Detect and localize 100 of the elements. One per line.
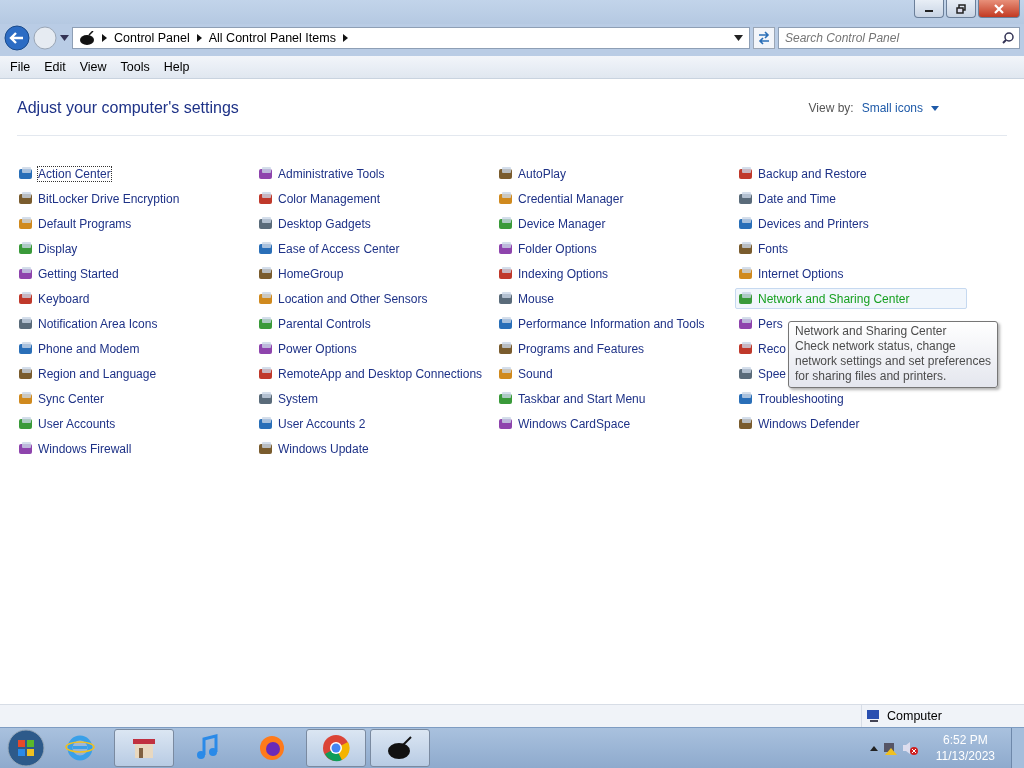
applet-icon bbox=[498, 190, 514, 207]
control-panel-item[interactable]: Default Programs bbox=[15, 213, 135, 234]
control-panel-item[interactable]: Pers bbox=[735, 313, 786, 334]
control-panel-item[interactable]: Getting Started bbox=[15, 263, 122, 284]
control-panel-item[interactable]: HomeGroup bbox=[255, 263, 347, 284]
control-panel-item[interactable]: Troubleshooting bbox=[735, 388, 847, 409]
control-panel-item[interactable]: Keyboard bbox=[15, 288, 93, 309]
control-panel-item[interactable]: Fonts bbox=[735, 238, 791, 259]
control-panel-item[interactable]: Notification Area Icons bbox=[15, 313, 161, 334]
menu-item[interactable]: File bbox=[3, 60, 38, 74]
control-panel-item[interactable]: Windows CardSpace bbox=[495, 413, 634, 434]
applet-icon bbox=[258, 190, 274, 207]
applet-icon bbox=[498, 415, 514, 432]
applet-icon bbox=[258, 340, 274, 357]
menu-item[interactable]: View bbox=[72, 60, 114, 74]
applet-icon bbox=[258, 365, 274, 382]
chevron-icon bbox=[196, 34, 202, 42]
tooltip-title: Network and Sharing Center bbox=[795, 324, 948, 339]
applet-icon bbox=[738, 240, 754, 257]
search-icon bbox=[1002, 32, 1014, 44]
tooltip-line: network settings and set preferences bbox=[795, 354, 992, 369]
applet-icon bbox=[258, 440, 274, 457]
control-panel-item[interactable]: Devices and Printers bbox=[735, 213, 872, 234]
muted-speaker-icon[interactable] bbox=[901, 740, 918, 756]
control-panel-item[interactable]: Desktop Gadgets bbox=[255, 213, 374, 234]
control-panel-item[interactable]: Windows Update bbox=[255, 438, 372, 459]
applet-icon bbox=[498, 265, 514, 282]
control-panel-item[interactable]: Internet Options bbox=[735, 263, 847, 284]
applet-icon bbox=[738, 190, 754, 207]
control-panel-item[interactable]: Device Manager bbox=[495, 213, 609, 234]
control-panel-item[interactable]: Phone and Modem bbox=[15, 338, 143, 359]
taskbar-button[interactable] bbox=[370, 729, 430, 767]
control-panel-item[interactable]: Mouse bbox=[495, 288, 558, 309]
applet-icon bbox=[258, 265, 274, 282]
control-panel-item[interactable]: Windows Firewall bbox=[15, 438, 135, 459]
view-by-dropdown[interactable]: Small icons bbox=[861, 101, 923, 115]
control-panel-item[interactable]: Backup and Restore bbox=[735, 163, 870, 184]
applet-icon bbox=[18, 340, 34, 357]
menu-item[interactable]: Tools bbox=[113, 60, 157, 74]
control-panel-item[interactable]: Programs and Features bbox=[495, 338, 648, 359]
control-panel-item[interactable]: Sync Center bbox=[15, 388, 108, 409]
applet-icon bbox=[738, 290, 754, 307]
page-heading: Adjust your computer's settings bbox=[17, 99, 239, 117]
applet-icon bbox=[738, 390, 754, 407]
minimize-button[interactable] bbox=[914, 0, 944, 18]
control-panel-item[interactable]: Credential Manager bbox=[495, 188, 627, 209]
dropdown-icon[interactable] bbox=[931, 105, 939, 111]
applet-icon bbox=[498, 365, 514, 382]
control-panel-item[interactable]: Region and Language bbox=[15, 363, 160, 384]
control-panel-item[interactable]: Action Center bbox=[15, 163, 114, 184]
applet-icon bbox=[738, 265, 754, 282]
control-panel-item[interactable]: Display bbox=[15, 238, 81, 259]
show-hidden-icons-icon[interactable] bbox=[869, 745, 878, 751]
control-panel-item[interactable]: Performance Information and Tools bbox=[495, 313, 708, 334]
menu-item[interactable]: Help bbox=[156, 60, 197, 74]
control-panel-item[interactable]: Sound bbox=[495, 363, 556, 384]
control-panel-item[interactable]: Windows Defender bbox=[735, 413, 863, 434]
chrome-icon bbox=[321, 733, 351, 763]
applet-icon bbox=[18, 415, 34, 432]
control-panel-item[interactable]: AutoPlay bbox=[495, 163, 570, 184]
control-panel-item[interactable]: Taskbar and Start Menu bbox=[495, 388, 649, 409]
control-panel-item[interactable]: Folder Options bbox=[495, 238, 600, 259]
menu-item[interactable]: Edit bbox=[37, 60, 73, 74]
applet-icon bbox=[498, 165, 514, 182]
control-panel-item[interactable]: Reco bbox=[735, 338, 789, 359]
history-dropdown-icon[interactable] bbox=[60, 35, 69, 41]
start-button[interactable] bbox=[6, 728, 46, 768]
control-panel-item[interactable]: User Accounts 2 bbox=[255, 413, 369, 434]
applet-icon bbox=[258, 415, 274, 432]
applet-icon bbox=[18, 440, 34, 457]
breadcrumb[interactable]: All Control Panel Items bbox=[208, 31, 336, 45]
control-panel-item[interactable]: Location and Other Sensors bbox=[255, 288, 431, 309]
control-panel-item[interactable]: Ease of Access Center bbox=[255, 238, 403, 259]
control-panel-item[interactable]: RemoteApp and Desktop Connections bbox=[255, 363, 486, 384]
close-icon bbox=[994, 3, 1004, 14]
control-panel-item[interactable]: Spee bbox=[735, 363, 790, 384]
applet-icon bbox=[258, 215, 274, 232]
breadcrumb[interactable]: Control Panel bbox=[114, 31, 190, 45]
control-panel-item[interactable]: System bbox=[255, 388, 321, 409]
control-panel-item[interactable]: Administrative Tools bbox=[255, 163, 388, 184]
firefox-icon bbox=[257, 733, 287, 763]
close-button[interactable] bbox=[978, 0, 1020, 18]
control-panel-item[interactable]: Parental Controls bbox=[255, 313, 374, 334]
applet-icon bbox=[18, 290, 34, 307]
control-panel-item[interactable]: Power Options bbox=[255, 338, 360, 359]
computer-icon bbox=[866, 709, 882, 723]
applet-icon bbox=[18, 215, 34, 232]
restore-button[interactable] bbox=[946, 0, 976, 18]
address-bar[interactable]: Control Panel All Control Panel Items bbox=[72, 27, 750, 49]
search-field[interactable]: Search Control Panel bbox=[778, 27, 1020, 49]
dropdown-icon[interactable] bbox=[734, 35, 743, 41]
control-panel-item[interactable]: BitLocker Drive Encryption bbox=[15, 188, 183, 209]
control-panel-item[interactable]: Date and Time bbox=[735, 188, 840, 209]
control-panel-item[interactable]: Indexing Options bbox=[495, 263, 612, 284]
control-panel-item[interactable]: Color Management bbox=[255, 188, 384, 209]
applet-icon bbox=[18, 240, 34, 257]
back-button[interactable] bbox=[4, 25, 30, 51]
network-icon[interactable] bbox=[881, 740, 898, 756]
refresh-button[interactable] bbox=[753, 27, 775, 49]
control-panel-item[interactable]: User Accounts bbox=[15, 413, 119, 434]
